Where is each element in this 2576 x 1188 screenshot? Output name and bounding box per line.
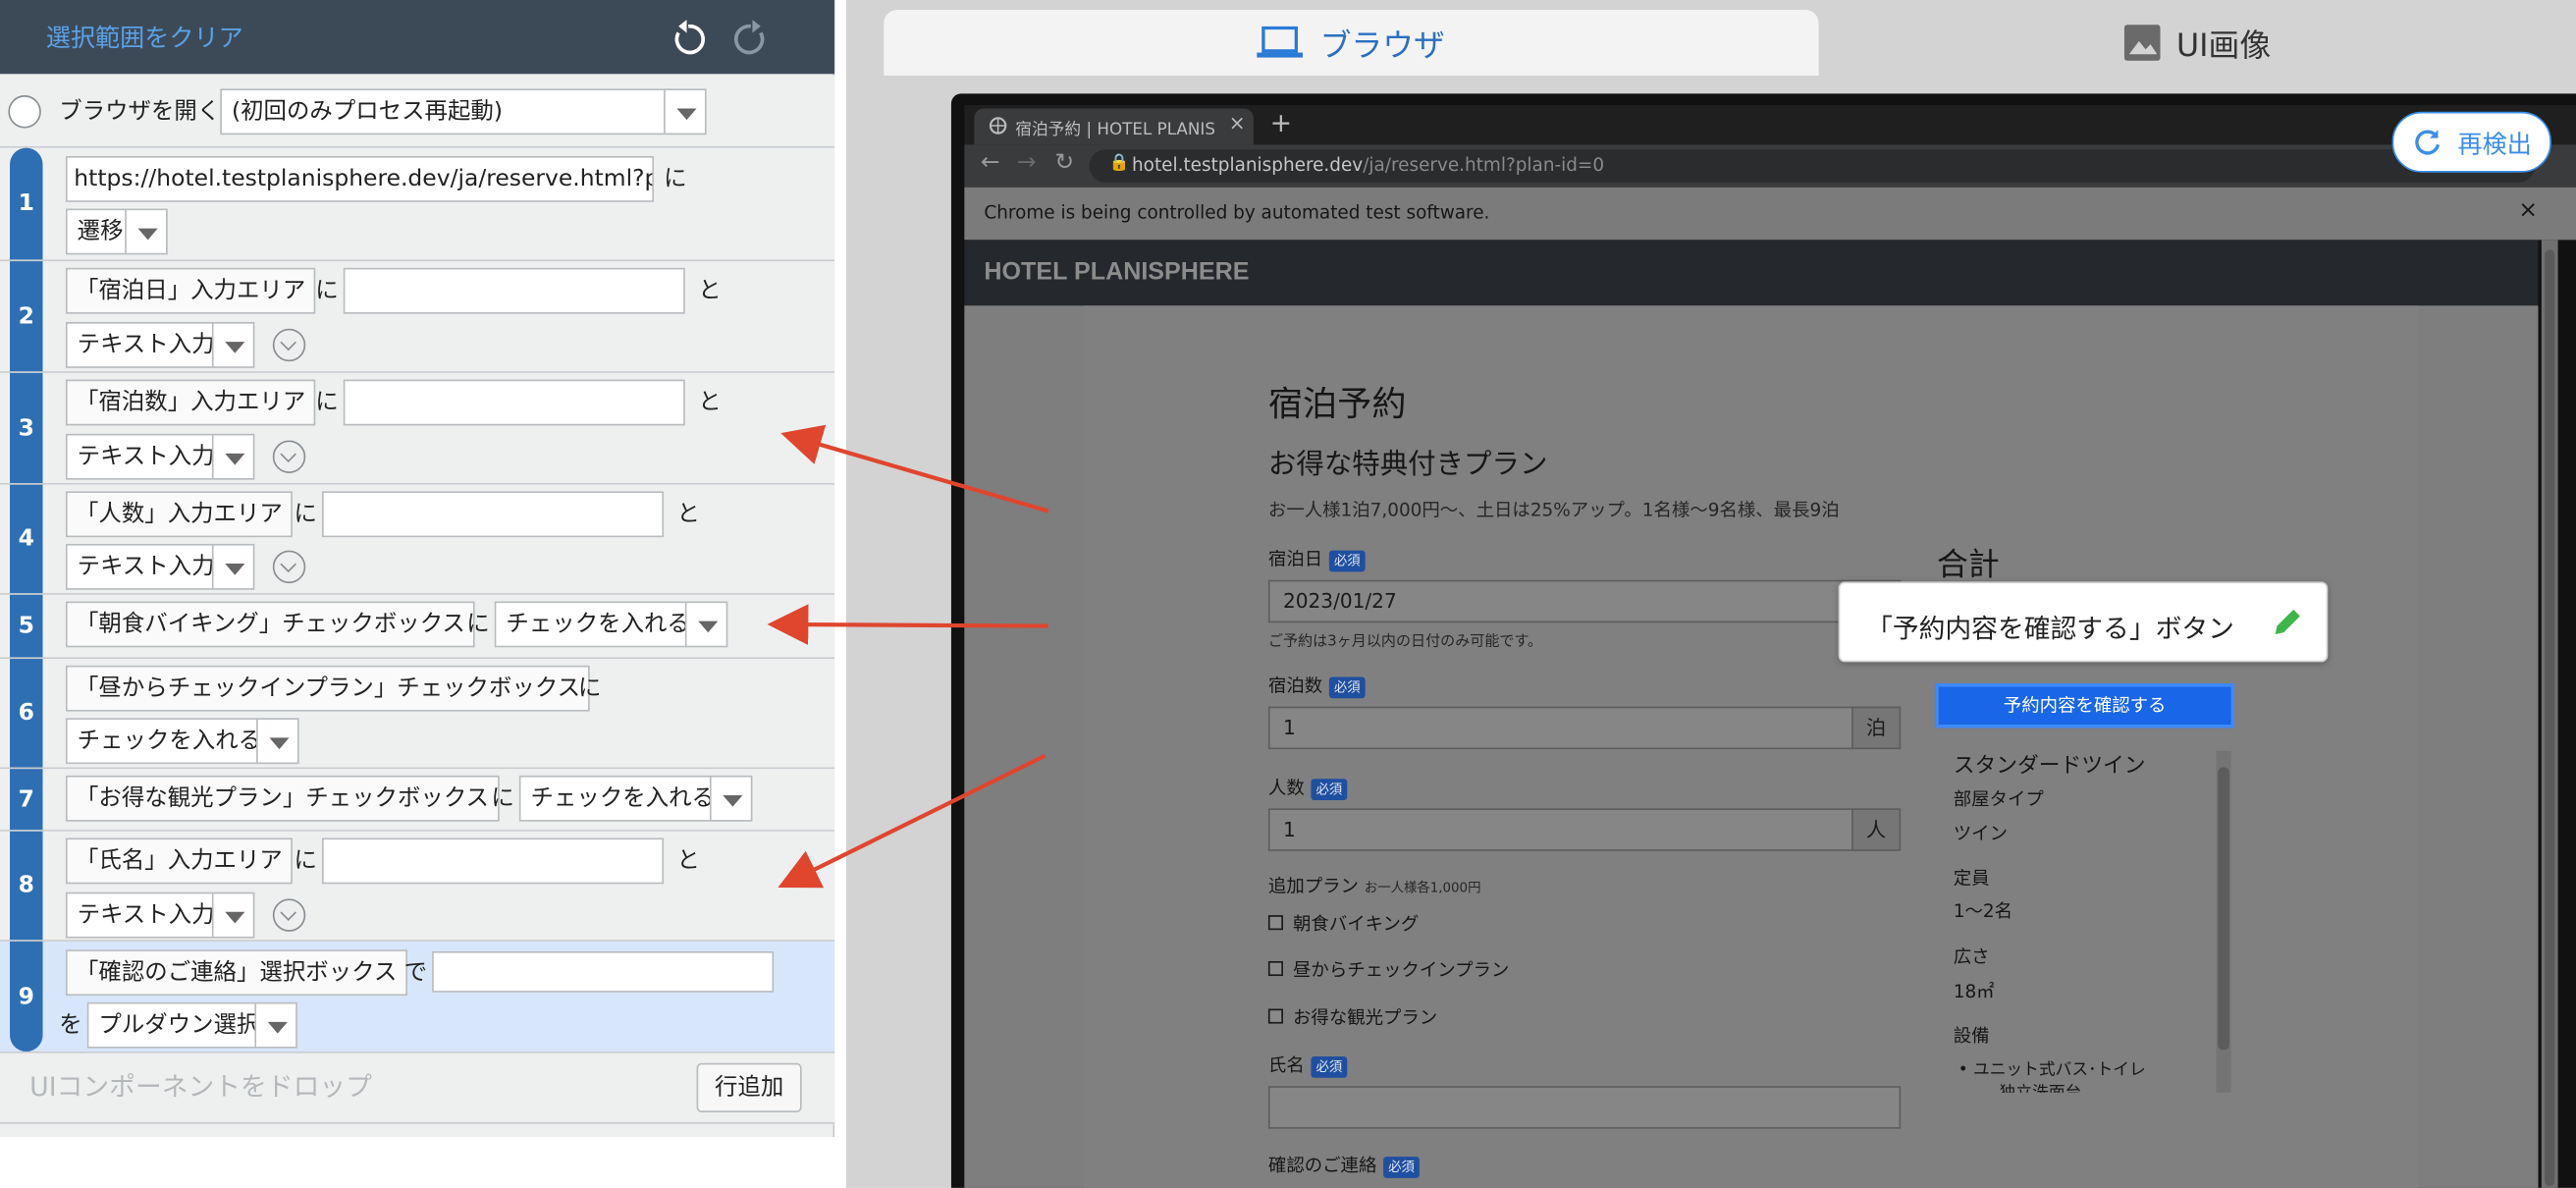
arrow-to-row-3 [780,424,1049,513]
arrow-to-row-8 [778,753,1046,889]
mapping-arrows [767,424,1049,889]
arrow-to-row-5 [767,604,1048,646]
